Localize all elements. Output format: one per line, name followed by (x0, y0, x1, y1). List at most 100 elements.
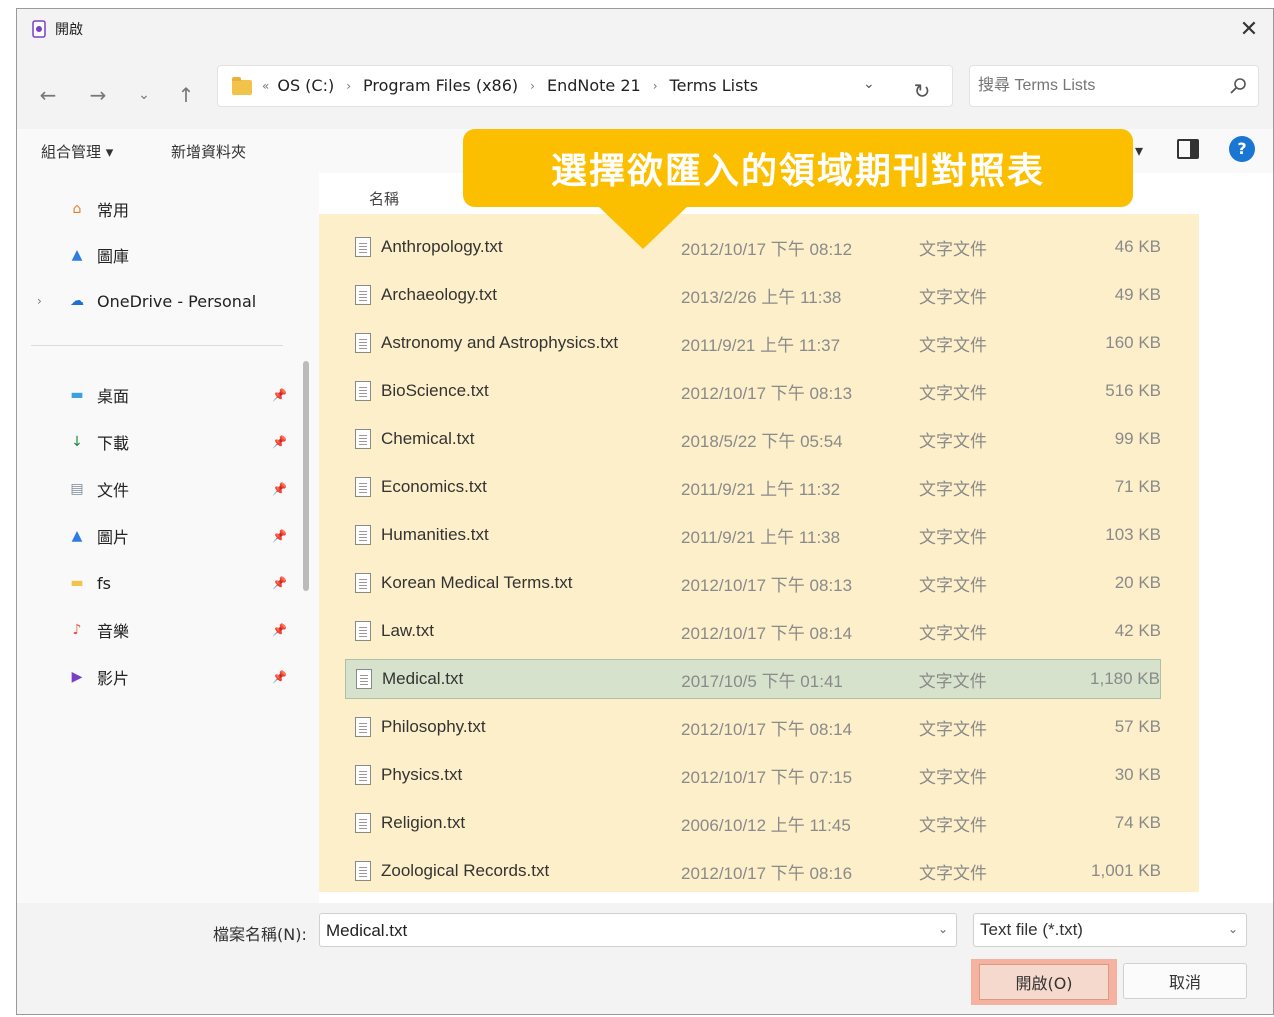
back-button[interactable]: ← (33, 83, 63, 107)
text-file-icon (355, 429, 371, 449)
view-options-button[interactable]: ▾ (1135, 141, 1143, 160)
filename-input[interactable] (326, 919, 916, 943)
chevron-down-icon: ⌄ (138, 87, 150, 103)
file-size: 49 KB (1114, 285, 1161, 304)
instruction-callout: 選擇欲匯入的領域期刊對照表 (463, 129, 1133, 207)
preview-pane-icon[interactable] (1177, 139, 1199, 159)
text-file-icon (355, 765, 371, 785)
file-row[interactable]: Archaeology.txt 2013/2/26 上午 11:38 文字文件 49 … (345, 275, 1161, 315)
breadcrumb-item[interactable]: EndNote 21 (547, 76, 641, 95)
file-row[interactable]: Law.txt 2012/10/17 下午 08:14 文字文件 42 KB (345, 611, 1161, 651)
chevron-down-icon[interactable]: ⌄ (938, 922, 948, 936)
refresh-button[interactable]: ↻ (907, 79, 937, 103)
chevron-down-icon: ⌄ (1227, 922, 1238, 936)
sidebar-item[interactable]: ▲ 圖片 📌 (65, 522, 295, 550)
chevron-right-icon[interactable]: › (653, 79, 658, 93)
breadcrumb-item[interactable]: Terms Lists (670, 76, 759, 95)
address-bar[interactable]: « OS (C:) › Program Files (x86) › EndNot… (217, 65, 953, 107)
breadcrumb-item[interactable]: OS (C:) (277, 76, 334, 95)
file-size: 103 KB (1105, 525, 1161, 544)
search-icon (1230, 78, 1246, 94)
file-type: 文字文件 (919, 479, 987, 500)
sidebar-scrollbar[interactable] (303, 361, 309, 591)
recent-locations-button[interactable]: ⌄ (129, 83, 159, 107)
sidebar-item-label: 常用 (97, 201, 130, 220)
address-row: ← → ⌄ ↑ « OS (C:) › Program Files (x86) … (17, 49, 1273, 129)
pin-icon[interactable]: 📌 (272, 482, 287, 496)
sidebar-item[interactable]: › ☁ OneDrive - Personal (37, 287, 295, 315)
filename-field[interactable]: ⌄ (319, 913, 957, 947)
open-button[interactable]: 開啟(O) (979, 964, 1109, 1000)
file-list: 名稱 Anthropology.txt 2012/10/17 下午 08:12 文字… (319, 173, 1273, 903)
breadcrumb-item[interactable]: Program Files (x86) (363, 76, 518, 95)
sidebar-item-label: 音樂 (97, 622, 130, 641)
text-file-icon (355, 525, 371, 545)
file-date: 2017/10/5 下午 01:41 (681, 671, 843, 691)
sidebar-item[interactable]: ▬ fs 📌 (65, 569, 295, 597)
chevron-right-icon[interactable]: › (530, 79, 535, 93)
pin-icon[interactable]: 📌 (272, 670, 287, 684)
sidebar-item[interactable]: ⌂ 常用 (65, 195, 295, 223)
chevron-right-icon[interactable]: › (346, 79, 351, 93)
text-file-icon (355, 381, 371, 401)
sidebar-item[interactable]: ▬ 桌面 📌 (65, 381, 295, 409)
file-row[interactable]: Philosophy.txt 2012/10/17 下午 08:14 文字文件 57 … (345, 707, 1161, 747)
breadcrumb-overflow[interactable]: « (262, 79, 269, 93)
file-row[interactable]: Astronomy and Astrophysics.txt 2011/9/21 … (345, 323, 1161, 363)
home-icon: ⌂ (72, 201, 82, 217)
file-size: 71 KB (1114, 477, 1161, 496)
pin-icon[interactable]: 📌 (272, 435, 287, 449)
file-row[interactable]: Physics.txt 2012/10/17 下午 07:15 文字文件 30 KB (345, 755, 1161, 795)
close-button[interactable]: ✕ (1229, 13, 1269, 45)
file-row[interactable]: Economics.txt 2011/9/21 上午 11:32 文字文件 71 KB (345, 467, 1161, 507)
file-type: 文字文件 (919, 287, 987, 308)
file-row[interactable]: BioScience.txt 2012/10/17 下午 08:13 文字文件 516… (345, 371, 1161, 411)
sidebar-item[interactable]: ♪ 音樂 📌 (65, 616, 295, 644)
refresh-icon: ↻ (913, 79, 931, 103)
organize-menu[interactable]: 組合管理 ▾ (41, 141, 113, 162)
sidebar-item[interactable]: ▲ 圖庫 (65, 241, 295, 269)
text-file-icon (355, 621, 371, 641)
file-row[interactable]: Medical.txt 2017/10/5 下午 01:41 文字文件 1,180 K… (345, 659, 1161, 699)
file-date: 2013/2/26 上午 11:38 (681, 287, 842, 307)
file-row[interactable]: Anthropology.txt 2012/10/17 下午 08:12 文字文件 4… (345, 227, 1161, 267)
up-button[interactable]: ↑ (171, 83, 201, 107)
file-row[interactable]: Humanities.txt 2011/9/21 上午 11:38 文字文件 103 … (345, 515, 1161, 555)
pin-icon[interactable]: 📌 (272, 529, 287, 543)
pin-icon[interactable]: 📌 (272, 388, 287, 402)
file-type: 文字文件 (918, 671, 987, 692)
filetype-value: Text file (*.txt) (980, 920, 1083, 939)
file-type: 文字文件 (919, 431, 987, 452)
file-type: 文字文件 (919, 239, 987, 260)
sidebar-item[interactable]: ▶ 影片 📌 (65, 663, 295, 691)
file-row[interactable]: Zoological Records.txt 2012/10/17 下午 08:1… (345, 851, 1161, 891)
file-row[interactable]: Korean Medical Terms.txt 2012/10/17 下午 08… (345, 563, 1161, 603)
file-name: Religion.txt (381, 813, 466, 832)
cancel-button[interactable]: 取消 (1123, 963, 1247, 999)
callout-pointer (597, 205, 689, 249)
column-header-name[interactable]: 名稱 (369, 183, 399, 215)
address-dropdown-icon[interactable]: ⌄ (863, 76, 875, 92)
filetype-select[interactable]: Text file (*.txt) ⌄ (973, 913, 1247, 947)
file-row[interactable]: Chemical.txt 2018/5/22 下午 05:54 文字文件 99 KB (345, 419, 1161, 459)
file-size: 57 KB (1114, 717, 1161, 736)
search-input[interactable] (978, 74, 1218, 98)
sidebar-item[interactable]: ▤ 文件 📌 (65, 475, 295, 503)
search-box[interactable] (969, 65, 1259, 107)
desktop-icon: ▬ (70, 387, 84, 403)
new-folder-button[interactable]: 新增資料夾 (171, 141, 246, 162)
window-title: 開啟 (55, 22, 83, 38)
download-icon: ↓ (71, 434, 83, 450)
file-row[interactable]: Religion.txt 2006/10/12 上午 11:45 文字文件 74 KB (345, 803, 1161, 843)
chevron-right-icon[interactable]: › (37, 294, 42, 308)
file-name: Law.txt (381, 621, 434, 640)
music-icon: ♪ (72, 622, 82, 638)
help-icon[interactable]: ? (1229, 136, 1255, 162)
forward-button[interactable]: → (83, 83, 113, 107)
sidebar-item[interactable]: ↓ 下載 📌 (65, 428, 295, 456)
file-date: 2012/10/17 下午 08:14 (681, 719, 853, 739)
file-name: Philosophy.txt (381, 717, 486, 736)
file-type: 文字文件 (919, 719, 987, 740)
pin-icon[interactable]: 📌 (272, 576, 287, 590)
pin-icon[interactable]: 📌 (272, 623, 287, 637)
